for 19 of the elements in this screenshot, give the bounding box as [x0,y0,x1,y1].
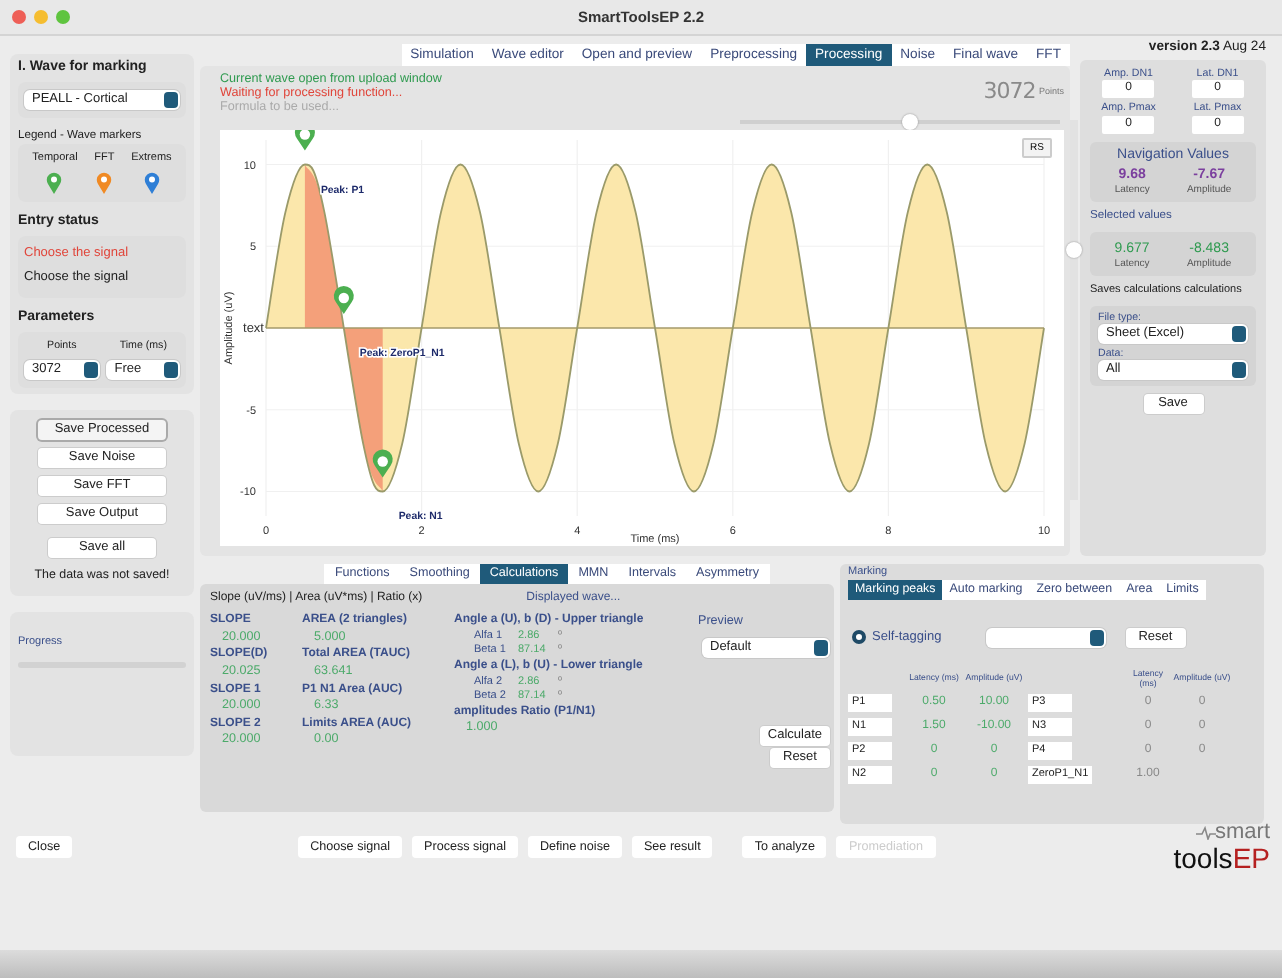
chevron-icon [164,92,178,109]
chevron-icon [814,639,828,656]
maximize-button[interactable] [56,10,70,24]
radio-button[interactable] [852,630,866,645]
minimize-button[interactable] [34,10,48,24]
chevron-icon [1232,362,1246,379]
chevron-icon [1232,326,1246,343]
chevron-icon [164,361,178,378]
map-pin-icon [333,286,354,314]
logo-text: smart [1215,822,1270,844]
logo-text: toolsEP [1173,844,1270,872]
pulse-icon [1195,826,1215,840]
marker-dropdown[interactable] [985,627,1106,648]
map-pin-icon [372,449,393,478]
close-button[interactable] [12,10,26,24]
chevron-icon [1089,629,1104,646]
chevron-icon [83,361,98,378]
slider-thumb[interactable] [901,114,918,130]
points-display: 3072 [983,78,1036,105]
